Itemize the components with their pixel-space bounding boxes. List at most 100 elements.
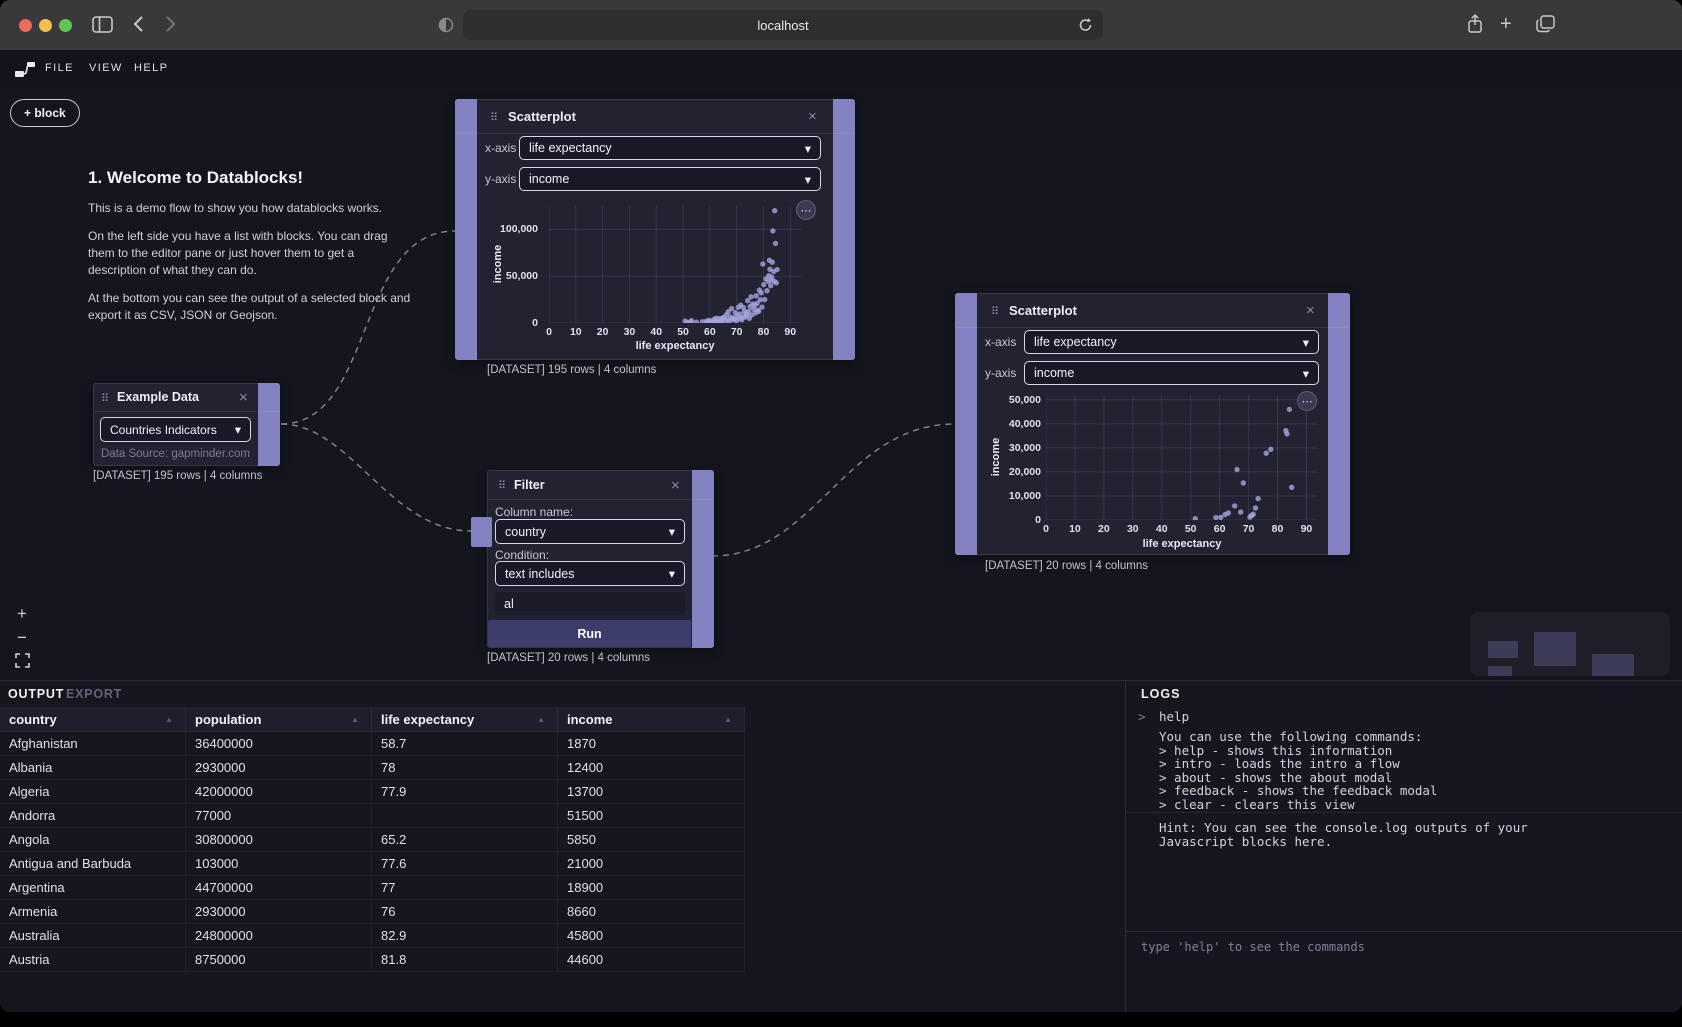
logs-title: LOGS: [1141, 687, 1180, 701]
chart-area: income 050,000100,000 010203040506070809…: [456, 100, 854, 359]
table-row[interactable]: Antigua and Barbuda10300077.621000: [0, 852, 745, 876]
node-scatterplot-2[interactable]: ⠿ Scatterplot × x-axis life expectancy ▾…: [955, 293, 1350, 555]
welcome-paragraph-3: At the bottom you can see the output of …: [88, 290, 412, 324]
drag-handle-icon[interactable]: ⠿: [498, 479, 505, 492]
scatter-plot: [1046, 395, 1318, 525]
node-header: ⠿ Example Data ×: [94, 384, 279, 412]
zoom-out-button[interactable]: −: [12, 628, 32, 648]
table-cell: 51500: [558, 804, 745, 827]
table-cell: 1870: [558, 732, 745, 755]
table-cell: Algeria: [0, 780, 186, 803]
close-window-button[interactable]: [19, 19, 32, 32]
privacy-shield-icon[interactable]: [438, 17, 454, 38]
menu-help[interactable]: HELP: [134, 62, 168, 74]
app-logo-icon[interactable]: [14, 60, 36, 83]
table-row[interactable]: Argentina447000007718900: [0, 876, 745, 900]
log-command-list: You can use the following commands:> hel…: [1159, 730, 1437, 811]
close-icon[interactable]: ×: [239, 390, 248, 405]
chart-area: income 010,00020,00030,00040,00050,000 0…: [956, 294, 1349, 554]
chart-x-ticks: 0102030405060708090: [1046, 523, 1318, 535]
url-field[interactable]: localhost: [463, 10, 1103, 40]
log-line: > intro - loads the intro a flow: [1159, 757, 1437, 771]
minimap[interactable]: [1470, 612, 1670, 676]
table-row[interactable]: Austria875000081.844600: [0, 948, 745, 972]
table-cell: Angola: [0, 828, 186, 851]
back-icon[interactable]: [133, 15, 144, 38]
chart-y-ticks: 050,000100,000: [472, 206, 538, 323]
table-cell: [372, 804, 558, 827]
output-table: country▲population▲life expectancy▲incom…: [0, 707, 745, 972]
flow-canvas[interactable]: + block 1. Welcome to Datablocks! This i…: [0, 88, 1682, 680]
reload-icon[interactable]: [1078, 17, 1093, 38]
drag-handle-icon[interactable]: ⠿: [101, 392, 108, 405]
bottom-panel: OUTPUT EXPORT country▲population▲life ex…: [0, 680, 1682, 1012]
chevron-down-icon: ▾: [235, 422, 241, 437]
column-header-life-expectancy[interactable]: life expectancy▲: [372, 707, 558, 731]
node-scatterplot-1[interactable]: ⠿ Scatterplot × x-axis life expectancy ▾…: [455, 99, 855, 360]
edge-filter-scatterplot2: [712, 424, 955, 556]
tab-export[interactable]: EXPORT: [66, 687, 122, 701]
table-cell: 24800000: [186, 924, 372, 947]
condition-select[interactable]: text includes ▾: [495, 561, 685, 586]
chart-options-icon[interactable]: ⋯: [796, 200, 816, 220]
input-handle[interactable]: [471, 517, 492, 547]
table-cell: 21000: [558, 852, 745, 875]
table-row[interactable]: Australia2480000082.945800: [0, 924, 745, 948]
table-cell: 2930000: [186, 756, 372, 779]
sidebar-toggle-icon[interactable]: [92, 16, 113, 38]
condition-label: Condition:: [495, 548, 549, 562]
node-example-data[interactable]: ⠿ Example Data × Countries Indicators ▾ …: [93, 383, 280, 466]
node-title: Example Data: [117, 390, 199, 404]
menu-file[interactable]: FILE: [45, 62, 74, 74]
node-title: Filter: [514, 478, 545, 492]
table-cell: 36400000: [186, 732, 372, 755]
node-filter[interactable]: ⠿ Filter × Column name: country ▾ Condit…: [487, 470, 714, 648]
menu-view[interactable]: VIEW: [89, 62, 123, 74]
chart-options-icon[interactable]: ⋯: [1297, 391, 1317, 411]
log-separator: [1126, 812, 1682, 813]
column-name-label: Column name:: [495, 505, 573, 519]
table-cell: 82.9: [372, 924, 558, 947]
log-hint: Hint: You can see the console.log output…: [1159, 821, 1598, 848]
column-select[interactable]: country ▾: [495, 519, 685, 544]
sort-asc-icon: ▲: [537, 715, 545, 724]
fit-view-button[interactable]: [12, 650, 32, 670]
zoom-in-button[interactable]: +: [12, 604, 32, 624]
log-entered-command: help: [1159, 709, 1189, 724]
maximize-window-button[interactable]: [59, 19, 72, 32]
minimap-node: [1592, 654, 1634, 676]
tab-overview-icon[interactable]: [1536, 15, 1555, 38]
add-block-button[interactable]: + block: [10, 99, 80, 127]
sort-asc-icon: ▲: [724, 715, 732, 724]
app-menu-bar: FILE VIEW HELP: [0, 50, 1682, 89]
table-row[interactable]: Algeria4200000077.913700: [0, 780, 745, 804]
logs-command-input[interactable]: [1126, 931, 1682, 957]
table-row[interactable]: Andorra7700051500: [0, 804, 745, 828]
table-cell: 58.7: [372, 732, 558, 755]
fullscreen-icon: [15, 653, 30, 668]
table-row[interactable]: Albania29300007812400: [0, 756, 745, 780]
table-cell: 42000000: [186, 780, 372, 803]
minimize-window-button[interactable]: [39, 19, 52, 32]
column-header-income[interactable]: income▲: [558, 707, 745, 731]
browser-chrome: localhost +: [0, 0, 1682, 50]
dataset-select[interactable]: Countries Indicators ▾: [100, 417, 251, 442]
new-tab-icon[interactable]: +: [1500, 15, 1512, 33]
column-header-population[interactable]: population▲: [186, 707, 372, 731]
sort-asc-icon: ▲: [351, 715, 359, 724]
column-header-country[interactable]: country▲: [0, 707, 186, 731]
scatter-plot: [549, 206, 801, 328]
close-icon[interactable]: ×: [671, 478, 680, 493]
table-cell: Antigua and Barbuda: [0, 852, 186, 875]
url-text: localhost: [757, 18, 808, 33]
table-row[interactable]: Afghanistan3640000058.71870: [0, 732, 745, 756]
table-row[interactable]: Armenia2930000768660: [0, 900, 745, 924]
filter-query-input[interactable]: [495, 592, 685, 615]
run-button[interactable]: Run: [488, 620, 691, 647]
table-row[interactable]: Angola3080000065.25850: [0, 828, 745, 852]
forward-icon[interactable]: [165, 15, 176, 38]
share-icon[interactable]: [1466, 13, 1484, 40]
tab-output[interactable]: OUTPUT: [8, 687, 64, 701]
log-line: > clear - clears this view: [1159, 798, 1437, 812]
dataset-caption: [DATASET] 20 rows | 4 columns: [487, 652, 650, 664]
